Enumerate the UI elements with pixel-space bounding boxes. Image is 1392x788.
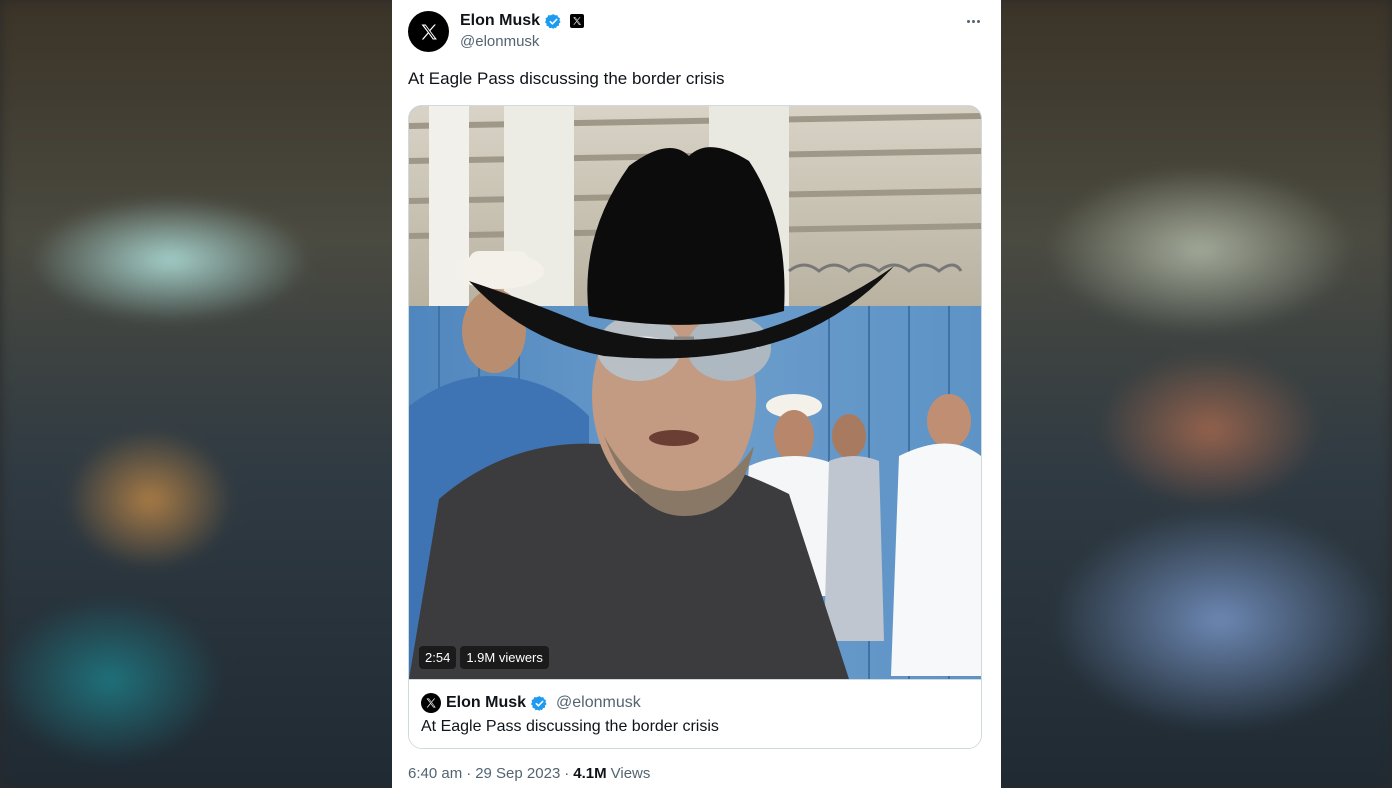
video-viewers: 1.9M viewers	[460, 645, 549, 669]
views-count: 4.1M	[573, 765, 607, 782]
verified-badge-icon	[545, 13, 561, 29]
quote-footer[interactable]: Elon Musk @elonmusk At Eagle Pass discus…	[409, 679, 981, 748]
quote-text: At Eagle Pass discussing the border cris…	[421, 718, 719, 735]
tweet-time[interactable]: 6:40 am	[408, 765, 462, 782]
views-label: Views	[610, 765, 651, 782]
verified-badge-icon	[531, 695, 547, 711]
tweet-meta: 6:40 am · 29 Sep 2023 · 4.1M Views	[408, 765, 650, 782]
video-player[interactable]: 2:54 1.9M viewers	[409, 106, 981, 679]
author-avatar[interactable]	[408, 11, 449, 52]
tweet-text: At Eagle Pass discussing the border cris…	[408, 69, 725, 88]
video-duration: 2:54	[419, 645, 457, 669]
video-info-badge: 2:54 1.9M viewers	[419, 644, 549, 670]
tweet-date[interactable]: 29 Sep 2023	[475, 765, 560, 782]
quote-author-row: Elon Musk @elonmusk	[421, 693, 641, 713]
more-dots-icon[interactable]	[958, 10, 988, 32]
author-name[interactable]: Elon Musk	[460, 12, 540, 30]
quoted-video-card[interactable]: 2:54 1.9M viewers Elon Musk @elonmusk At…	[408, 105, 982, 749]
quote-author-name: Elon Musk	[446, 694, 527, 711]
quote-author-handle: @elonmusk	[556, 694, 641, 711]
tweet-card: Elon Musk @elonmusk At Eagle Pass discus…	[392, 0, 1001, 788]
video-frame-image	[409, 106, 981, 679]
x-logo-icon	[426, 698, 436, 708]
author-handle[interactable]: @elonmusk	[460, 33, 539, 50]
meta-separator: ·	[564, 765, 570, 782]
meta-separator: ·	[466, 765, 472, 782]
author-name-row: Elon Musk	[460, 12, 585, 30]
x-logo-icon	[421, 24, 437, 39]
x-affiliate-badge-icon	[570, 14, 585, 28]
quote-avatar	[421, 693, 441, 713]
